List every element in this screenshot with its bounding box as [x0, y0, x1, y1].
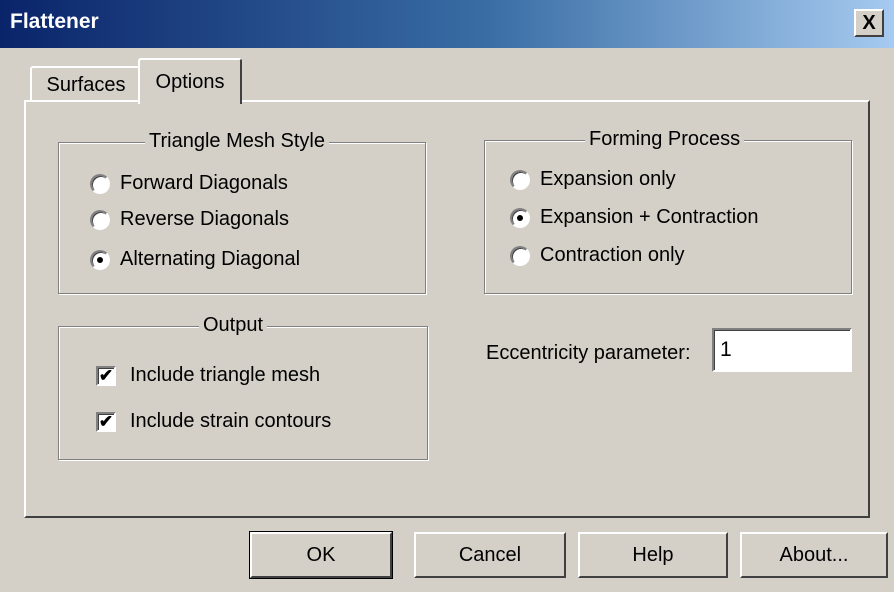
radio-label: Expansion only	[540, 168, 676, 190]
radio-button[interactable]	[90, 209, 110, 230]
checkbox-label: Include strain contours	[130, 410, 332, 432]
close-icon: X	[862, 12, 876, 34]
radio-expansion-contraction[interactable]: Expansion + Contraction	[510, 206, 758, 229]
tab-options-label: Options	[155, 70, 225, 93]
radio-button[interactable]	[90, 173, 110, 194]
radio-label: Reverse Diagonals	[120, 208, 289, 230]
triangle-mesh-style-title: Triangle Mesh Style	[145, 130, 329, 153]
radio-button[interactable]	[510, 245, 530, 266]
checkbox-label: Include triangle mesh	[130, 364, 321, 386]
cancel-button-label: Cancel	[458, 543, 522, 566]
output-group: Output	[58, 314, 428, 460]
radio-label: Contraction only	[540, 244, 685, 266]
radio-button[interactable]	[510, 207, 530, 228]
checkbox-include-strain-contours[interactable]: ✔ Include strain contours	[96, 410, 331, 433]
radio-label: Expansion + Contraction	[540, 206, 759, 228]
radio-reverse-diagonals[interactable]: Reverse Diagonals	[90, 208, 289, 231]
forming-process-title: Forming Process	[585, 128, 745, 151]
cancel-button[interactable]: Cancel	[414, 532, 566, 578]
ok-button[interactable]: OK	[249, 531, 393, 579]
radio-expansion-only[interactable]: Expansion only	[510, 168, 676, 191]
radio-contraction-only[interactable]: Contraction only	[510, 244, 685, 267]
help-button[interactable]: Help	[578, 532, 728, 578]
about-button[interactable]: About...	[740, 532, 888, 578]
tab-surfaces-label: Surfaces	[46, 73, 126, 96]
window-title: Flattener	[10, 10, 99, 33]
eccentricity-input[interactable]	[712, 328, 852, 372]
checkbox-checked-icon[interactable]: ✔	[96, 365, 116, 386]
about-button-label: About...	[779, 543, 849, 566]
checkbox-checked-icon[interactable]: ✔	[96, 411, 116, 432]
radio-alternating-diagonal[interactable]: Alternating Diagonal	[90, 248, 300, 271]
radio-button[interactable]	[510, 169, 530, 190]
checkbox-include-triangle-mesh[interactable]: ✔ Include triangle mesh	[96, 364, 320, 387]
tab-surfaces[interactable]: Surfaces	[30, 66, 142, 102]
tab-options[interactable]: Options	[138, 58, 242, 104]
title-bar[interactable]: Flattener X	[0, 0, 894, 48]
eccentricity-label: Eccentricity parameter:	[486, 342, 691, 364]
radio-label: Alternating Diagonal	[120, 248, 301, 270]
help-button-label: Help	[632, 543, 674, 566]
radio-button[interactable]	[90, 249, 110, 270]
ok-button-label: OK	[306, 543, 336, 566]
output-title: Output	[199, 314, 268, 337]
flattener-dialog: Flattener X Surfaces Options Triangle Me…	[0, 0, 894, 592]
radio-forward-diagonals[interactable]: Forward Diagonals	[90, 172, 288, 195]
close-button[interactable]: X	[854, 9, 884, 37]
radio-label: Forward Diagonals	[120, 172, 288, 194]
